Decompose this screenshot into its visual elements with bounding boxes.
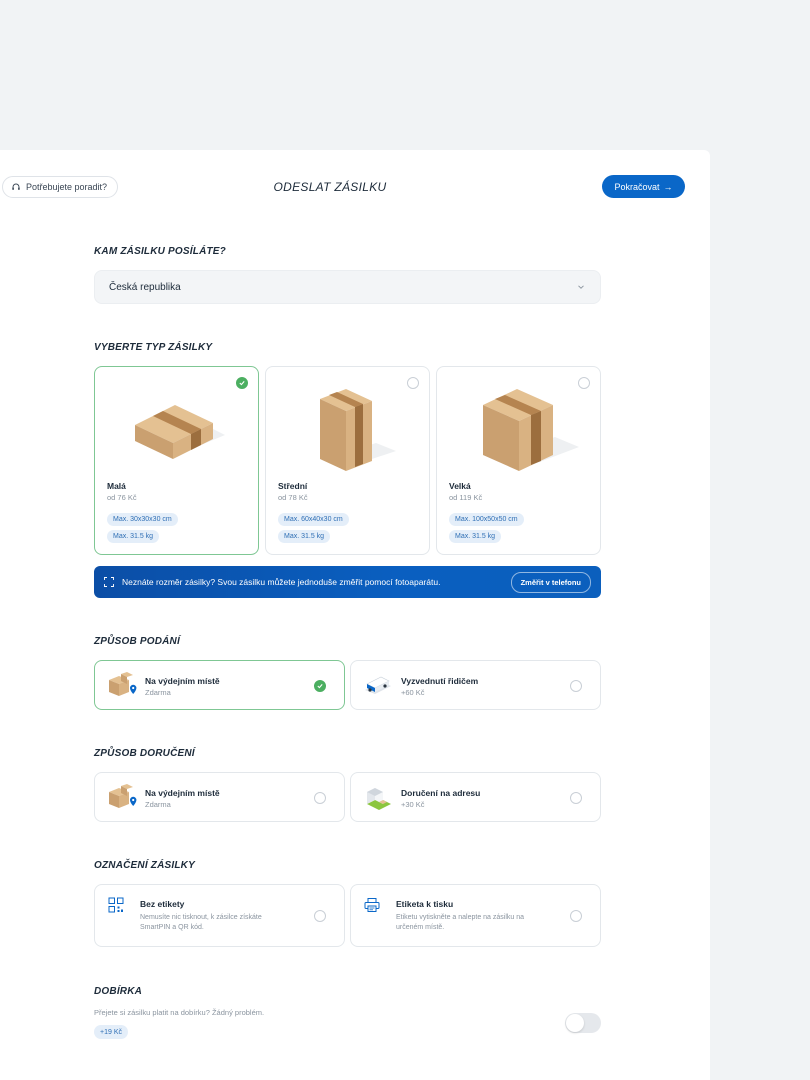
country-value: Česká republika: [109, 281, 181, 293]
destination-heading: KAM ZÁSILKU POSÍLÁTE?: [94, 246, 226, 257]
package-price: od 119 Kč: [449, 493, 483, 502]
package-weight-chip: Max. 31.5 kg: [278, 530, 331, 543]
package-price: od 78 Kč: [278, 493, 308, 502]
package-price: od 76 Kč: [107, 493, 137, 502]
delivery-option-home-address[interactable]: Doručení na adresu +30 Kč: [350, 772, 601, 822]
submission-heading: ZPŮSOB PODÁNÍ: [94, 636, 180, 647]
printer-icon: [364, 898, 380, 912]
continue-label: Pokračovat: [614, 181, 660, 192]
arrow-right-icon: →: [663, 181, 673, 192]
option-title: Na výdejním místě: [145, 788, 220, 798]
qr-code-icon: [108, 897, 124, 913]
chevron-down-icon: [578, 285, 584, 289]
page-title: ODESLAT ZÁSILKU: [273, 180, 387, 194]
package-dims-chip: Max. 60x40x30 cm: [278, 513, 349, 526]
submission-option-pickup-point[interactable]: Na výdejním místě Zdarma: [94, 660, 345, 710]
package-type-heading: VYBERTE TYP ZÁSILKY: [94, 342, 213, 353]
submission-option-driver-pickup[interactable]: Vyzvednutí řidičem +60 Kč: [350, 660, 601, 710]
package-name: Velká: [449, 481, 471, 491]
large-box-illustration: [483, 389, 579, 471]
cod-description: Přejete si zásilku platit na dobírku? Žá…: [94, 1008, 265, 1017]
option-description: Etiketu vytiskněte a nalepte na zásilku …: [396, 914, 525, 931]
labeling-heading: OZNAČENÍ ZÁSILKY: [94, 860, 195, 871]
package-option-large[interactable]: Velká od 119 Kč Max. 100x50x50 cm Max. 3…: [436, 366, 601, 555]
measure-banner-text: Neznáte rozměr zásilky? Svou zásilku můž…: [122, 577, 441, 587]
option-price: Zdarma: [145, 688, 171, 697]
continue-button[interactable]: Pokračovat →: [602, 175, 685, 198]
radio-button: [570, 792, 582, 804]
option-price: Zdarma: [145, 800, 171, 809]
option-title: Na výdejním místě: [145, 676, 220, 686]
option-title: Etiketa k tisku: [396, 899, 454, 909]
radio-button: [314, 910, 326, 922]
delivery-van-icon: [365, 676, 391, 694]
scan-frame-icon: [104, 577, 114, 587]
label-option-print[interactable]: Etiketa k tisku Etiketu vytiskněte a nal…: [350, 884, 601, 947]
delivery-option-pickup-point[interactable]: Na výdejním místě Zdarma: [94, 772, 345, 822]
cod-price-chip: +19 Kč: [94, 1025, 128, 1039]
selected-check-icon: [314, 680, 326, 692]
home-delivery-icon: [367, 788, 391, 810]
cod-heading: DOBÍRKA: [94, 986, 143, 997]
parcel-point-icon: [109, 672, 137, 696]
package-name: Střední: [278, 481, 308, 491]
small-box-illustration: [135, 405, 225, 459]
cod-toggle[interactable]: [565, 1013, 601, 1033]
toggle-knob: [566, 1014, 584, 1032]
option-price: +60 Kč: [401, 688, 425, 697]
option-title: Doručení na adresu: [401, 788, 481, 798]
option-title: Bez etikety: [140, 899, 185, 909]
package-dims-chip: Max. 100x50x50 cm: [449, 513, 524, 526]
option-price: +30 Kč: [401, 800, 425, 809]
package-weight-chip: Max. 31.5 kg: [449, 530, 502, 543]
parcel-point-icon: [109, 784, 137, 808]
option-description: Nemusíte nic tisknout, k zásilce získáte…: [140, 914, 262, 931]
package-option-small[interactable]: Malá od 76 Kč Max. 30x30x30 cm Max. 31.5…: [94, 366, 259, 555]
radio-button: [314, 792, 326, 804]
delivery-heading: ZPŮSOB DORUČENÍ: [94, 748, 195, 759]
country-select[interactable]: Česká republika: [94, 270, 601, 304]
option-title: Vyzvednutí řidičem: [401, 676, 479, 686]
radio-button: [570, 680, 582, 692]
package-option-medium[interactable]: Střední od 78 Kč Max. 60x40x30 cm Max. 3…: [265, 366, 430, 555]
package-weight-chip: Max. 31.5 kg: [107, 530, 160, 543]
package-name: Malá: [107, 481, 126, 491]
package-dims-chip: Max. 30x30x30 cm: [107, 513, 178, 526]
medium-box-illustration: [320, 389, 396, 471]
measure-banner: Neznáte rozměr zásilky? Svou zásilku můž…: [94, 566, 601, 598]
label-option-no-label[interactable]: Bez etikety Nemusíte nic tisknout, k zás…: [94, 884, 345, 947]
measure-in-phone-button[interactable]: Změřit v telefonu: [510, 571, 591, 593]
radio-button: [570, 910, 582, 922]
